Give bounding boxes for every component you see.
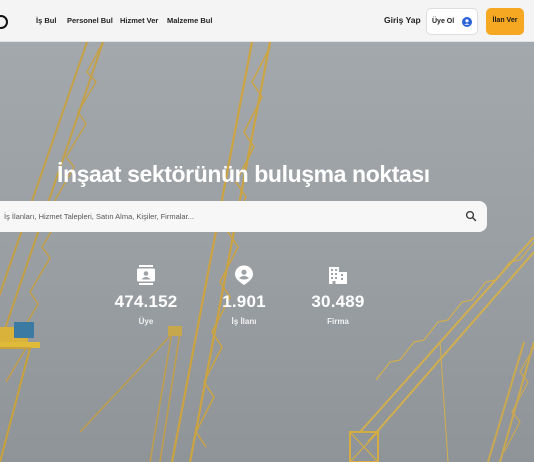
post-ad-button[interactable]: İlan Ver	[486, 8, 524, 35]
logo[interactable]	[0, 15, 8, 29]
stat-label: İş İlanı	[231, 317, 257, 326]
nav-link-is-bul[interactable]: İş Bul	[36, 16, 56, 25]
hero-section: İnşaat sektörünün buluşma noktası 474.15…	[0, 42, 534, 462]
stat-members: 474.152 Üye	[106, 264, 186, 326]
stat-value: 1.901	[222, 292, 266, 311]
search-bar	[0, 201, 487, 232]
stat-companies: 30.489 Firma	[298, 264, 378, 326]
login-link[interactable]: Giriş Yap	[384, 15, 421, 25]
signup-button[interactable]: Üye Ol	[426, 8, 478, 35]
search-input[interactable]	[4, 201, 454, 232]
search-icon[interactable]	[465, 210, 477, 222]
site-header: İş Bul Personel Bul Hizmet Ver Malzeme B…	[0, 0, 534, 42]
user-circle-icon	[462, 17, 472, 27]
hero-headline: İnşaat sektörünün buluşma noktası	[57, 161, 430, 187]
building-icon	[329, 267, 347, 284]
signup-label: Üye Ol	[432, 18, 455, 25]
nav-link-hizmet-ver[interactable]: Hizmet Ver	[120, 16, 158, 25]
crane-background-image	[0, 42, 534, 462]
stat-value: 30.489	[311, 292, 365, 311]
contact-card-icon	[137, 265, 155, 285]
stat-label: Firma	[327, 317, 349, 326]
stat-job-listings: 1.901 İş İlanı	[204, 264, 284, 326]
person-pin-icon	[235, 265, 253, 285]
stat-label: Üye	[138, 317, 154, 326]
stat-value: 474.152	[114, 292, 178, 311]
post-ad-label: İlan Ver	[492, 17, 518, 24]
nav-link-malzeme-bul[interactable]: Malzeme Bul	[167, 16, 212, 25]
nav-link-personel-bul[interactable]: Personel Bul	[67, 16, 113, 25]
